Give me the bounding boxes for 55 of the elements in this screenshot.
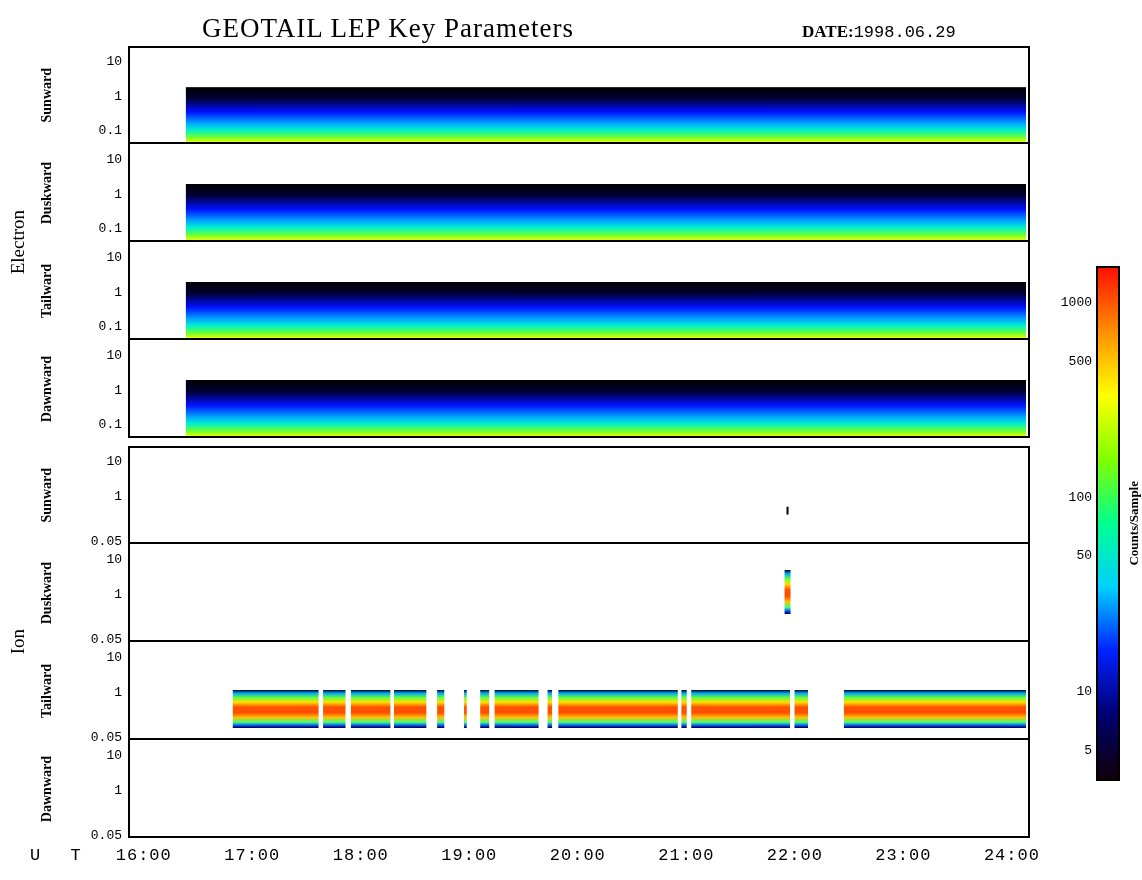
y-tick-label: 0.05 [90,533,122,549]
direction-label: Dawnward [39,755,55,823]
direction-label: Duskward [39,561,55,625]
y-tick-label: 1 [114,284,122,300]
y-tick-label: 1 [114,88,122,104]
y-tick-label: 0.1 [98,122,122,138]
direction-label: Tailward [39,264,55,318]
direction-label: Sunward [39,467,55,523]
chart-title: GEOTAIL LEP Key Parameters [202,13,575,45]
y-tick-label: 10 [106,53,122,69]
y-tick-label: 10 [106,453,122,469]
x-tick-label: 19:00 [441,845,498,865]
y-tick-label: 10 [106,649,122,665]
y-tick-label: 1 [114,382,122,398]
y-tick-label: 1 [114,586,122,602]
direction-label: Dawnward [39,355,55,423]
direction-label: Sunward [39,67,55,123]
colorbar-tick-label: 10 [1076,683,1092,699]
x-tick-label: 18:00 [332,845,389,865]
colorbar-label: Counts/Sample [1126,481,1142,566]
y-tick-label: 1 [114,782,122,798]
y-tick-label: 10 [106,747,122,763]
y-tick-label: 1 [114,488,122,504]
y-tick-label: 10 [106,347,122,363]
colorbar-tick-label: 500 [1068,353,1092,369]
x-axis-label: U T [29,845,92,865]
group-label: Electron [7,209,29,275]
x-tick-label: 17:00 [224,845,281,865]
colorbar-tick-label: 50 [1076,547,1092,563]
y-tick-label: 10 [106,249,122,265]
x-tick-label: 16:00 [115,845,172,865]
spectrogram-drawing [784,570,791,614]
colorbar-tick-label: 1000 [1060,294,1092,310]
y-tick-label: 0.1 [98,220,122,236]
x-tick-label: 22:00 [766,845,823,865]
y-tick-label: 0.05 [90,729,122,745]
colorbar-tick-label: 5 [1084,742,1092,758]
x-tick-label: 21:00 [658,845,715,865]
y-tick-label: 0.05 [90,827,122,843]
x-tick-label: 20:00 [549,845,606,865]
x-tick-label: 23:00 [875,845,932,865]
y-tick-label: 0.1 [98,318,122,334]
y-tick-label: 1 [114,684,122,700]
y-tick-label: 10 [106,151,122,167]
y-tick-label: 0.1 [98,416,122,432]
direction-label: Duskward [39,161,55,225]
direction-label: Tailward [39,664,55,718]
colorbar-tick-label: 100 [1068,489,1092,505]
spectrogram-drawing [786,506,789,515]
group-label: Ion [7,629,29,655]
y-tick-label: 1 [114,186,122,202]
y-tick-label: 0.05 [90,631,122,647]
y-tick-label: 10 [106,551,122,567]
x-tick-label: 24:00 [983,845,1040,865]
date-label: DATE:1998.06.29 [802,22,956,44]
